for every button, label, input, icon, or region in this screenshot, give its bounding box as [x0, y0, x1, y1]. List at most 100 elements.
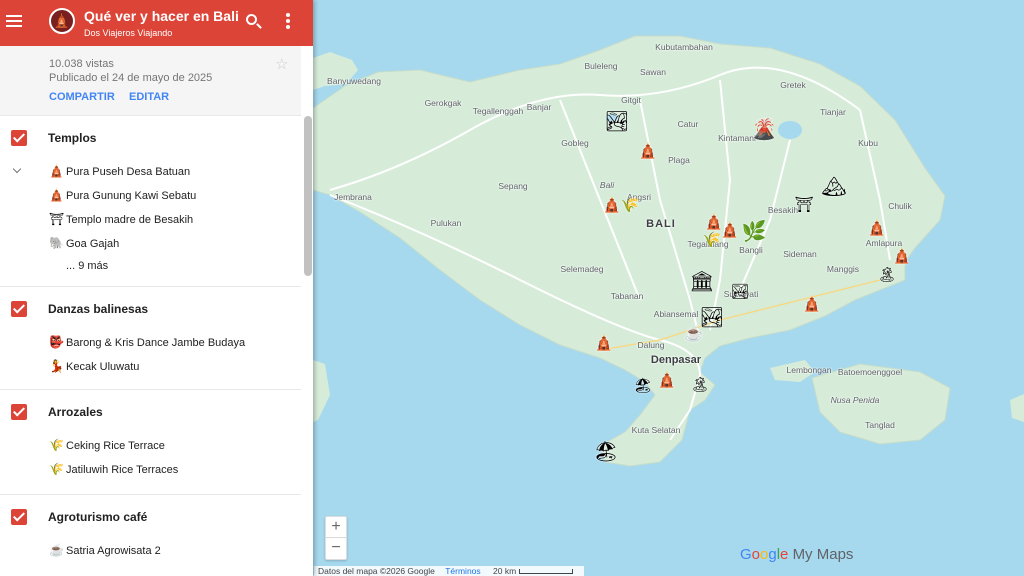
- temple-marker-icon[interactable]: 🛕: [803, 297, 822, 312]
- chevron-down-icon[interactable]: [12, 166, 22, 176]
- brand-suffix: My Maps: [792, 546, 854, 563]
- list-item-label: Pura Puseh Desa Batuan: [66, 166, 191, 178]
- place-label: Banyuwedang: [327, 76, 381, 86]
- layer-checkbox[interactable]: [11, 404, 27, 420]
- temple-marker-icon[interactable]: 🛕: [893, 249, 912, 264]
- temple-gate-marker-icon[interactable]: ⛩: [794, 198, 813, 213]
- beach-marker-icon[interactable]: 🏝: [690, 378, 709, 393]
- panel-scrollbar[interactable]: [304, 116, 312, 276]
- beach-marker-icon[interactable]: 🏝: [877, 268, 896, 283]
- list-item[interactable]: ☕ Satria Agrowisata 2: [0, 539, 301, 563]
- place-label: Batoemoenggoel: [837, 367, 903, 377]
- map-avatar: 🛕: [49, 8, 75, 34]
- place-label: Kuta Selatan: [631, 425, 681, 435]
- layer-checkbox[interactable]: [11, 130, 27, 146]
- beach-marker-icon[interactable]: 🏖: [633, 379, 652, 394]
- place-label: Amlapura: [865, 238, 903, 248]
- rice-terrace-marker-icon[interactable]: 🌿: [742, 222, 767, 242]
- show-more-link[interactable]: ... 9 más: [0, 256, 301, 282]
- temple-marker-icon[interactable]: 🛕: [868, 221, 887, 236]
- terms-link[interactable]: Términos: [445, 566, 480, 576]
- scale-bar: [519, 569, 574, 575]
- coffee-cup-icon: ☕: [49, 543, 64, 557]
- place-label: Manggis: [826, 264, 860, 274]
- list-item-label: Pura Gunung Kawi Sebatu: [66, 190, 197, 202]
- map-title: Qué ver y hacer en Bali: [84, 8, 239, 24]
- lake-marker-icon[interactable]: 🌋: [752, 120, 777, 140]
- waterfall-marker-icon[interactable]: 🏞: [730, 285, 749, 300]
- waterfall-marker-icon[interactable]: 🏞: [604, 112, 629, 132]
- share-button[interactable]: COMPARTIR: [49, 91, 115, 103]
- layer-title[interactable]: Danzas balinesas: [48, 302, 148, 316]
- edit-button[interactable]: EDITAR: [129, 91, 169, 103]
- temple-marker-icon[interactable]: 🛕: [639, 144, 658, 159]
- temple-icon: 🛕: [49, 164, 64, 178]
- coffee-marker-icon[interactable]: ☕: [685, 327, 704, 342]
- list-item-label: Satria Agrowisata 2: [66, 545, 161, 557]
- zoom-out-button[interactable]: −: [325, 538, 347, 560]
- zoom-in-button[interactable]: +: [325, 516, 347, 538]
- rice-terrace-icon: 🌾: [49, 462, 64, 476]
- beach-marker-icon[interactable]: 🏖: [593, 442, 618, 462]
- place-label: Buleleng: [584, 61, 618, 71]
- list-item-label: Goa Gajah: [66, 238, 120, 250]
- list-item[interactable]: 👺 Barong & Kris Dance Jambe Budaya: [0, 331, 301, 355]
- list-item-label: Templo madre de Besakih: [66, 214, 194, 226]
- place-label: Dalung: [637, 340, 665, 350]
- list-item[interactable]: 🐘 Goa Gajah: [0, 232, 301, 256]
- search-icon[interactable]: [245, 13, 263, 31]
- place-label: Banjar: [526, 102, 552, 112]
- temple-marker-icon[interactable]: 🛕: [658, 373, 677, 388]
- place-label: Tanglad: [865, 420, 895, 430]
- layer-title[interactable]: Templos: [48, 131, 96, 145]
- more-vert-icon[interactable]: [285, 13, 291, 31]
- place-label: Tegallenggah: [472, 106, 524, 116]
- list-item[interactable]: ⛩ Templo madre de Besakih: [0, 208, 301, 232]
- place-label: Sideman: [783, 249, 817, 259]
- list-item-label: Kecak Uluwatu: [66, 361, 140, 373]
- list-item-label: Jatiluwih Rice Terraces: [66, 464, 179, 476]
- place-label: Sawan: [640, 67, 666, 77]
- place-label: Tabanan: [610, 291, 644, 301]
- list-item[interactable]: 🌾 Jatiluwih Rice Terraces: [0, 458, 301, 482]
- map-data-attribution: Datos del mapa ©2026 Google: [318, 566, 435, 576]
- temple-marker-icon[interactable]: 🛕: [595, 336, 614, 351]
- place-label: Catur: [677, 119, 699, 129]
- list-item[interactable]: 🛕 Pura Puseh Desa Batuan: [0, 160, 301, 184]
- place-label: Jembrana: [334, 192, 372, 202]
- star-icon[interactable]: ☆: [275, 55, 288, 73]
- scale-label: 20 km: [493, 566, 517, 576]
- layer-checkbox[interactable]: [11, 509, 27, 525]
- list-item[interactable]: 🌾 Ceking Rice Terrace: [0, 434, 301, 458]
- layer-title[interactable]: Agroturismo café: [48, 510, 147, 524]
- place-label: Gretek: [780, 80, 806, 90]
- rice-terrace-marker-icon[interactable]: 🌾: [703, 233, 722, 248]
- temple-gate-icon: ⛩: [49, 212, 65, 226]
- temple-marker-icon[interactable]: 🛕: [603, 198, 622, 213]
- region-label: BALI: [646, 218, 676, 230]
- google-my-maps-logo: Google My Maps: [740, 546, 854, 563]
- layer-title[interactable]: Arrozales: [48, 405, 103, 419]
- temple-marker-icon[interactable]: 🛕: [721, 223, 740, 238]
- menu-icon[interactable]: [6, 13, 22, 29]
- rice-terrace-marker-icon[interactable]: 🌾: [621, 198, 640, 213]
- lake-marker-icon[interactable]: 🏔: [821, 177, 846, 197]
- place-label: Abiansemal: [653, 309, 699, 319]
- place-label: Sepang: [498, 181, 528, 191]
- layer-arrozales: Arrozales 🌾 Ceking Rice Terrace 🌾 Jatilu…: [0, 390, 301, 495]
- place-label: Gobleg: [561, 138, 589, 148]
- layer-templos: Templos 🛕 Pura Puseh Desa Batuan 🛕 Pura …: [0, 116, 301, 287]
- place-label: Selemadeg: [560, 264, 604, 274]
- map-legend-panel: 🛕 Qué ver y hacer en Bali Dos Viajeros V…: [0, 0, 313, 576]
- place-label: Lembongan: [786, 365, 832, 375]
- list-item[interactable]: 💃 Kecak Uluwatu: [0, 355, 301, 379]
- city-label: Denpasar: [650, 354, 702, 366]
- place-label: Bali: [599, 180, 615, 190]
- place-label: Plaga: [668, 155, 690, 165]
- map-author[interactable]: Dos Viajeros Viajando: [84, 28, 172, 38]
- museum-marker-icon[interactable]: 🏛: [689, 272, 714, 292]
- place-label: Gerokgak: [424, 98, 462, 108]
- list-item[interactable]: 🛕 Pura Gunung Kawi Sebatu: [0, 184, 301, 208]
- layer-checkbox[interactable]: [11, 301, 27, 317]
- temple-icon: 🛕: [49, 188, 64, 202]
